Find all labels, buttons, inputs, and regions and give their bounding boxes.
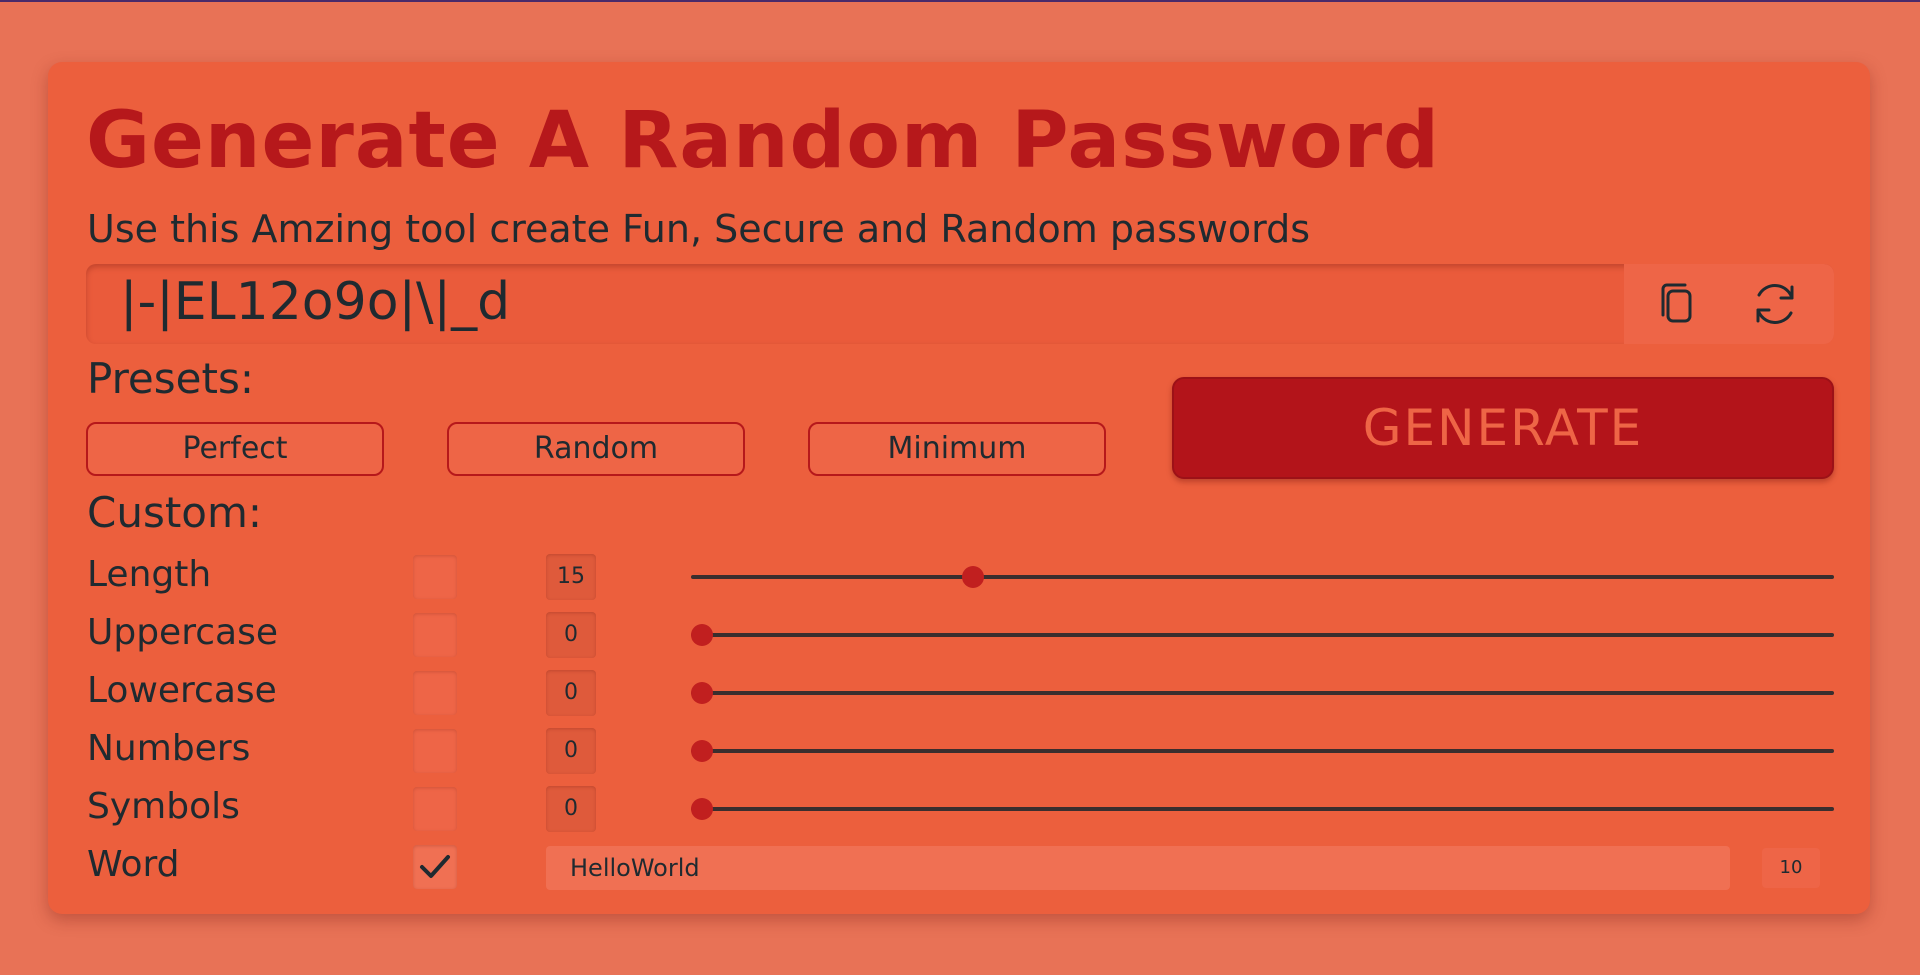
numbers-value[interactable]: 0 <box>546 728 596 774</box>
slider-thumb[interactable] <box>691 624 713 646</box>
word-length-count: 10 <box>1762 848 1820 888</box>
lowercase-checkbox[interactable] <box>413 671 457 715</box>
copy-icon <box>1661 283 1692 323</box>
numbers-slider[interactable] <box>691 731 1834 771</box>
preset-perfect-button[interactable]: Perfect <box>86 422 384 476</box>
lowercase-slider[interactable] <box>691 673 1834 713</box>
slider-thumb[interactable] <box>691 740 713 762</box>
slider-thumb[interactable] <box>962 566 985 588</box>
numbers-checkbox[interactable] <box>413 729 457 773</box>
uppercase-value[interactable]: 0 <box>546 612 596 658</box>
lowercase-value[interactable]: 0 <box>546 670 596 716</box>
symbols-value[interactable]: 0 <box>546 786 596 832</box>
password-actions <box>1624 264 1834 344</box>
length-value[interactable]: 15 <box>546 554 596 600</box>
preset-minimum-button[interactable]: Minimum <box>808 422 1106 476</box>
copy-button[interactable] <box>1650 275 1708 333</box>
slider-track <box>691 807 1834 811</box>
uppercase-slider[interactable] <box>691 615 1834 655</box>
numbers-label: Numbers <box>87 728 251 769</box>
custom-label: Custom: <box>87 488 263 537</box>
password-field[interactable]: |-|EL12o9o|\|_d <box>86 264 1834 344</box>
password-output[interactable]: |-|EL12o9o|\|_d <box>120 272 510 332</box>
word-input[interactable]: HelloWorld <box>546 846 1730 890</box>
lowercase-label: Lowercase <box>87 670 277 711</box>
slider-track <box>691 633 1834 637</box>
refresh-icon <box>1756 284 1794 324</box>
generator-card <box>48 62 1870 914</box>
slider-track <box>691 691 1834 695</box>
slider-track <box>691 575 1834 579</box>
generate-button[interactable]: GENERATE <box>1172 377 1834 479</box>
preset-random-button[interactable]: Random <box>447 422 745 476</box>
slider-thumb[interactable] <box>691 682 713 704</box>
symbols-checkbox[interactable] <box>413 787 457 831</box>
slider-thumb[interactable] <box>691 798 713 820</box>
uppercase-label: Uppercase <box>87 612 278 653</box>
symbols-slider[interactable] <box>691 789 1834 829</box>
checkmark-icon <box>420 855 450 878</box>
refresh-button[interactable] <box>1746 275 1804 333</box>
length-slider[interactable] <box>691 557 1834 597</box>
symbols-label: Symbols <box>87 786 240 827</box>
slider-track <box>691 749 1834 753</box>
word-label: Word <box>87 844 180 885</box>
uppercase-checkbox[interactable] <box>413 613 457 657</box>
length-checkbox[interactable] <box>413 555 457 599</box>
length-label: Length <box>87 554 212 595</box>
page-subtitle: Use this Amzing tool create Fun, Secure … <box>87 207 1311 251</box>
word-checkbox[interactable] <box>413 845 457 889</box>
page-title: Generate A Random Password <box>86 96 1440 186</box>
presets-label: Presets: <box>87 354 254 403</box>
